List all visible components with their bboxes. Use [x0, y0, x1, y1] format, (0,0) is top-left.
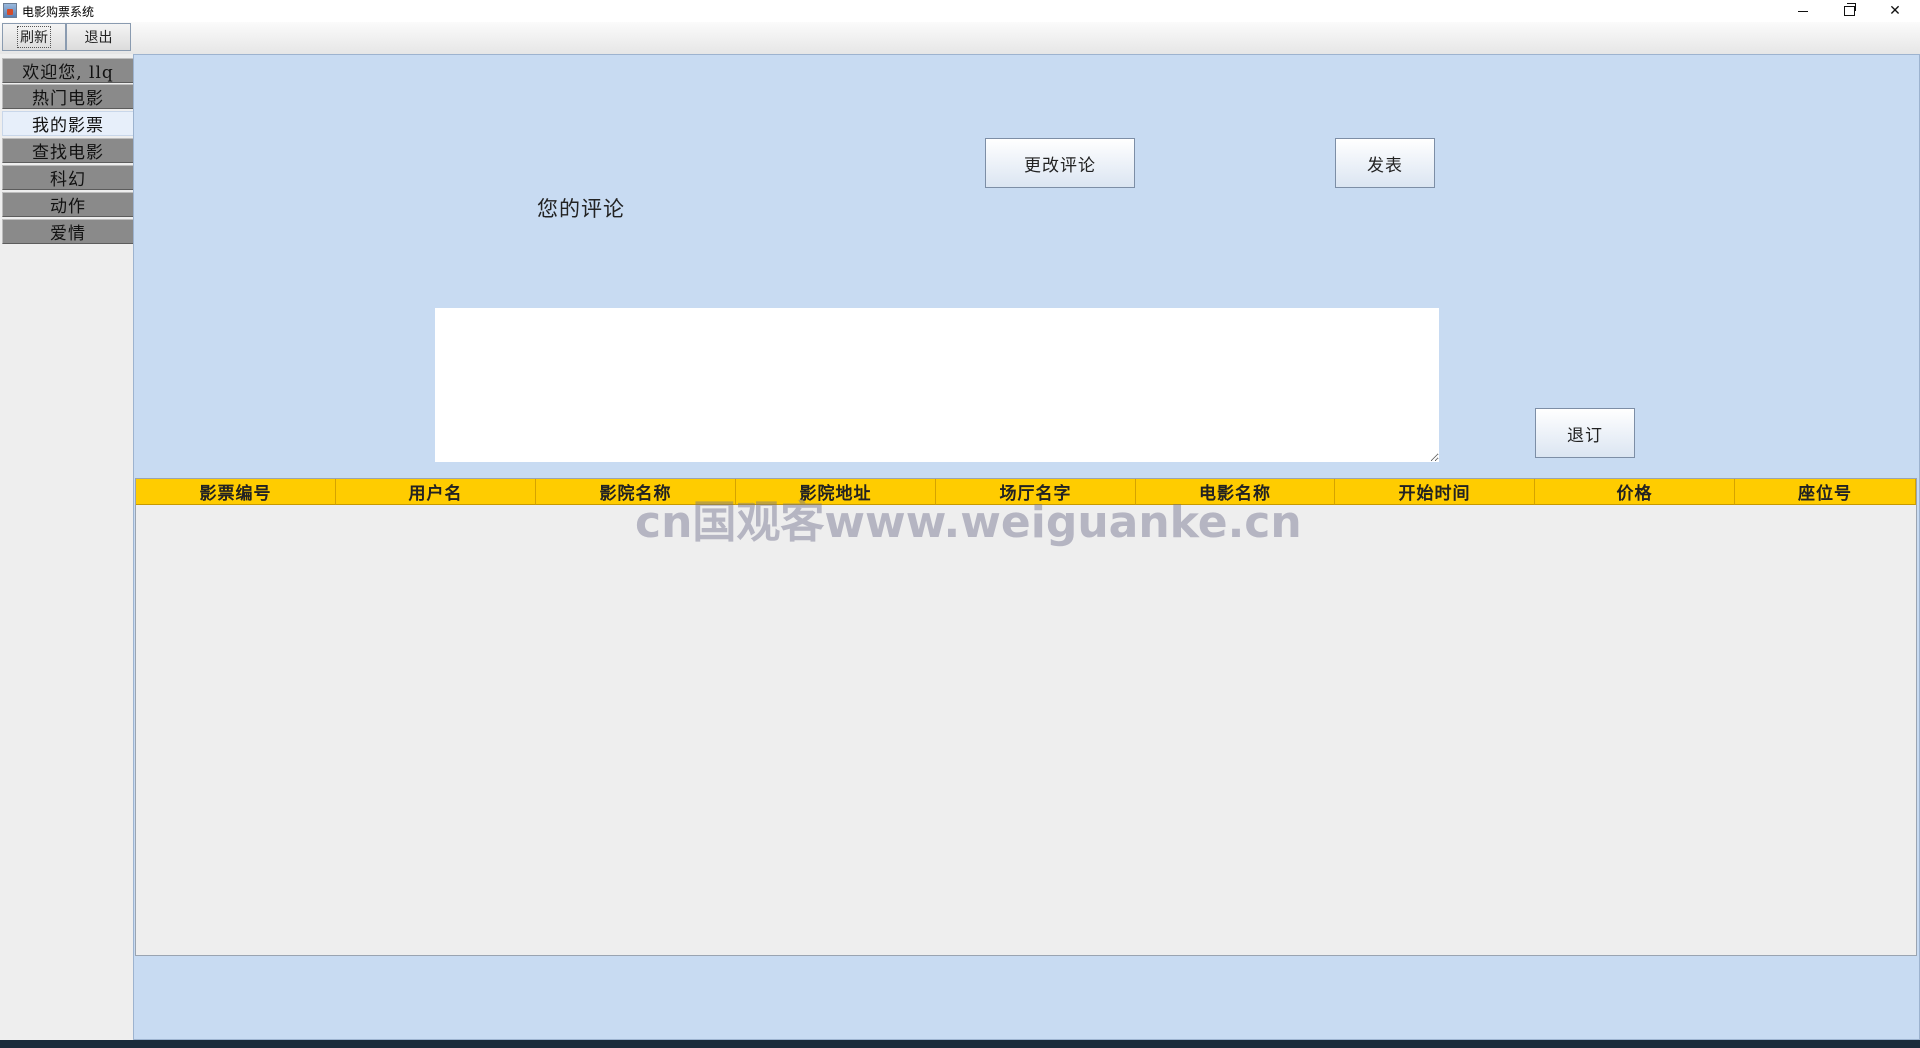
restore-icon — [1843, 3, 1856, 16]
close-icon: ✕ — [1889, 3, 1901, 19]
column-header-movie-name[interactable]: 电影名称 — [1136, 479, 1335, 505]
column-header-username[interactable]: 用户名 — [336, 479, 536, 505]
title-bar: 电影购票系统 ✕ — [0, 0, 1920, 22]
restore-button[interactable] — [1826, 0, 1872, 22]
sidebar-item-sci-fi[interactable]: 科幻 — [2, 165, 133, 190]
window-title: 电影购票系统 — [22, 5, 95, 19]
minimize-icon — [1798, 10, 1808, 12]
sidebar-item-welcome[interactable]: 欢迎您, llq — [2, 58, 133, 83]
column-header-seat-number[interactable]: 座位号 — [1735, 479, 1916, 505]
sidebar: 欢迎您, llq 热门电影 我的影票 查找电影 科幻 动作 爱情 — [0, 54, 133, 1044]
column-header-start-time[interactable]: 开始时间 — [1335, 479, 1535, 505]
column-header-price[interactable]: 价格 — [1535, 479, 1735, 505]
close-button[interactable]: ✕ — [1872, 0, 1918, 22]
column-header-cinema-address[interactable]: 影院地址 — [736, 479, 936, 505]
table-body[interactable] — [136, 505, 1916, 955]
publish-review-button[interactable]: 发表 — [1335, 138, 1435, 188]
refresh-button[interactable]: 刷新 — [2, 23, 66, 51]
exit-button[interactable]: 退出 — [66, 23, 131, 51]
change-review-button[interactable]: 更改评论 — [985, 138, 1135, 188]
table-header: 影票编号 用户名 影院名称 影院地址 场厅名字 电影名称 开始时间 价格 座位号 — [136, 479, 1916, 505]
toolbar: 刷新 退出 — [0, 22, 1920, 54]
sidebar-item-search-movies[interactable]: 查找电影 — [2, 138, 133, 163]
column-header-cinema-name[interactable]: 影院名称 — [536, 479, 736, 505]
minimize-button[interactable] — [1780, 0, 1826, 22]
column-header-ticket-id[interactable]: 影票编号 — [136, 479, 336, 505]
tickets-table: 影票编号 用户名 影院名称 影院地址 场厅名字 电影名称 开始时间 价格 座位号 — [135, 478, 1917, 956]
review-label: 您的评论 — [537, 197, 625, 221]
sidebar-item-hot-movies[interactable]: 热门电影 — [2, 84, 133, 109]
java-app-icon — [3, 3, 17, 18]
sidebar-item-my-tickets[interactable]: 我的影票 — [2, 111, 133, 136]
taskbar-strip — [0, 1040, 1920, 1048]
refresh-label: 刷新 — [17, 26, 51, 48]
review-textarea[interactable] — [435, 308, 1439, 462]
column-header-hall-name[interactable]: 场厅名字 — [936, 479, 1136, 505]
sidebar-item-action[interactable]: 动作 — [2, 192, 133, 217]
sidebar-item-romance[interactable]: 爱情 — [2, 219, 133, 244]
refund-button[interactable]: 退订 — [1535, 408, 1635, 458]
